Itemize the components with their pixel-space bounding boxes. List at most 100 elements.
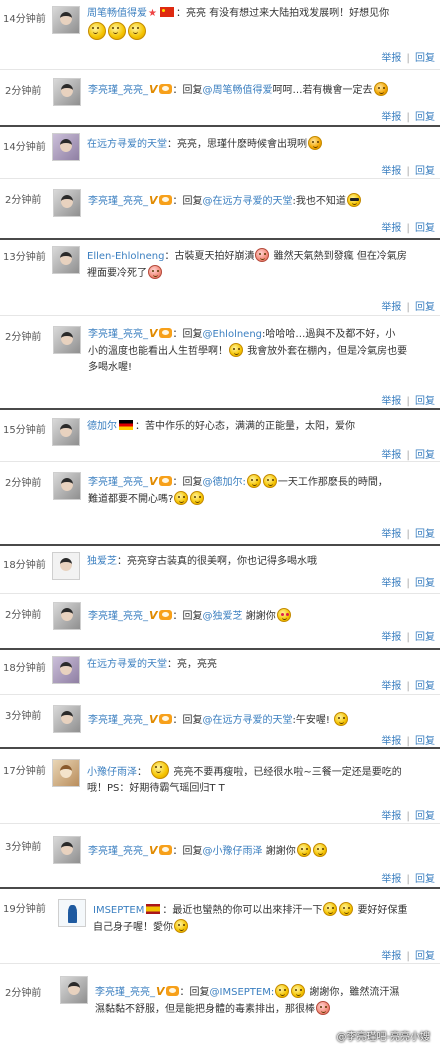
avatar[interactable]: [60, 976, 88, 1004]
reply-item: 2分钟前 李亮瑾_亮亮_V ：回复@独爱芝 謝謝你 举报 | 回复: [0, 593, 440, 648]
avatar[interactable]: [53, 602, 81, 630]
laugh-emoji: [291, 984, 306, 998]
reply-link[interactable]: 回复: [415, 53, 435, 64]
china-flag-icon: [159, 7, 174, 17]
laugh-emoji: [323, 902, 338, 916]
comment-text: 在远方寻爱的天堂：亮，亮亮: [87, 659, 217, 670]
verified-v-icon: V: [149, 327, 158, 340]
star-icon: ★: [148, 8, 157, 19]
report-link[interactable]: 举报: [381, 632, 401, 643]
reply-author[interactable]: 李亮瑾_亮亮_: [88, 715, 148, 726]
verified-v-icon: V: [149, 475, 158, 488]
report-link[interactable]: 举报: [381, 681, 401, 692]
comment-author[interactable]: 德加尔: [87, 421, 117, 432]
comment-author[interactable]: 周笔畅值得爱: [87, 8, 147, 19]
spain-flag-icon: [146, 904, 161, 914]
comment-actions: 举报 | 回复: [381, 681, 435, 692]
reply-link[interactable]: 回复: [415, 632, 435, 643]
avatar[interactable]: [53, 326, 81, 354]
avatar[interactable]: [53, 836, 81, 864]
smile-emoji: [174, 491, 189, 505]
comment-time: 2分钟前: [5, 86, 42, 97]
verified-v-icon: V: [149, 83, 158, 96]
comment-author[interactable]: 独爱芝: [87, 556, 117, 567]
reply-link[interactable]: 回复: [415, 811, 435, 822]
report-link[interactable]: 举报: [381, 53, 401, 64]
avatar[interactable]: [52, 759, 80, 787]
comment-author[interactable]: 在远方寻爱的天堂: [87, 139, 167, 150]
comment-time: 13分钟前: [3, 252, 46, 263]
reply-item: 2分钟前 李亮瑾_亮亮_V ：回复@周笔畅值得爱呵呵…若有機會一定去 举报 | 回复: [0, 69, 440, 125]
reply-link[interactable]: 回复: [415, 529, 435, 540]
report-link[interactable]: 举报: [381, 874, 401, 885]
avatar[interactable]: [52, 656, 80, 684]
reply-link[interactable]: 回复: [415, 874, 435, 885]
comment-text: 小豫仔雨泽： 亮亮不要再瘦啦，已经很水啦~三餐一定还是要吃的 哦！PS：好期待霸…: [87, 761, 437, 797]
reply-author[interactable]: 李亮瑾_亮亮_: [88, 477, 148, 488]
report-link[interactable]: 举报: [381, 396, 401, 407]
vip-icon: [158, 84, 172, 94]
mention-link[interactable]: @德加尔:: [203, 477, 246, 488]
comment-time: 15分钟前: [3, 425, 46, 436]
reply-link[interactable]: 回复: [415, 736, 435, 747]
comment-author[interactable]: Ellen-Ehlolneng: [87, 251, 164, 262]
report-link[interactable]: 举报: [381, 951, 401, 962]
vip-icon: [158, 714, 172, 724]
smile-emoji: [190, 491, 205, 505]
comment-author[interactable]: 小豫仔雨泽: [87, 767, 137, 778]
report-link[interactable]: 举报: [381, 736, 401, 747]
report-link[interactable]: 举报: [381, 112, 401, 123]
reply-link[interactable]: 回复: [415, 951, 435, 962]
reply-link[interactable]: 回复: [415, 396, 435, 407]
comment-actions: 举报 | 回复: [381, 53, 435, 64]
avatar[interactable]: [53, 189, 81, 217]
comment-item: 14分钟前 周笔畅值得爱★ ：亮亮 有没有想过来大陆拍戏发展咧！好想见你 举报 | 回…: [0, 0, 440, 69]
laugh-emoji: [275, 984, 290, 998]
report-link[interactable]: 举报: [381, 166, 401, 177]
avatar[interactable]: [52, 552, 80, 580]
reply-link[interactable]: 回复: [415, 681, 435, 692]
mention-link[interactable]: @IMSEPTEM:: [210, 987, 275, 998]
avatar[interactable]: [53, 78, 81, 106]
report-link[interactable]: 举报: [381, 811, 401, 822]
avatar[interactable]: [58, 899, 86, 927]
reply-link[interactable]: 回复: [415, 450, 435, 461]
report-link[interactable]: 举报: [381, 450, 401, 461]
reply-author[interactable]: 李亮瑾_亮亮_: [88, 846, 148, 857]
reply-link[interactable]: 回复: [415, 223, 435, 234]
comment-time: 19分钟前: [3, 904, 46, 915]
comment-author[interactable]: IMSEPTEM: [93, 905, 144, 916]
reply-link[interactable]: 回复: [415, 578, 435, 589]
mention-link[interactable]: @周笔畅值得爱: [203, 85, 273, 96]
reply-author[interactable]: 李亮瑾_亮亮_: [88, 196, 148, 207]
comment-time: 18分钟前: [3, 663, 46, 674]
mention-link[interactable]: @Ehlolneng: [203, 329, 263, 340]
avatar[interactable]: [53, 472, 81, 500]
comment-time: 17分钟前: [3, 766, 46, 777]
reply-author[interactable]: 李亮瑾_亮亮_: [88, 85, 148, 96]
mention-link[interactable]: @独爱芝: [203, 611, 243, 622]
comment-time: 2分钟前: [5, 478, 42, 489]
report-link[interactable]: 举报: [381, 529, 401, 540]
avatar[interactable]: [52, 6, 80, 34]
avatar[interactable]: [52, 418, 80, 446]
reply-link[interactable]: 回复: [415, 112, 435, 123]
mention-link[interactable]: @在远方寻爱的天堂: [203, 196, 293, 207]
comment-author[interactable]: 在远方寻爱的天堂: [87, 659, 167, 670]
comment-actions: 举报 | 回复: [381, 396, 435, 407]
reply-link[interactable]: 回复: [415, 166, 435, 177]
comment-text: 周笔畅值得爱★ ：亮亮 有没有想过来大陆拍戏发展咧！好想见你: [87, 6, 437, 42]
reply-link[interactable]: 回复: [415, 302, 435, 313]
mention-link[interactable]: @小豫仔雨泽: [203, 846, 263, 857]
avatar[interactable]: [53, 705, 81, 733]
report-link[interactable]: 举报: [381, 302, 401, 313]
avatar[interactable]: [52, 246, 80, 274]
reply-author[interactable]: 李亮瑾_亮亮_: [95, 987, 155, 998]
mention-link[interactable]: @在远方寻爱的天堂: [203, 715, 293, 726]
report-link[interactable]: 举报: [381, 578, 401, 589]
avatar[interactable]: [52, 133, 80, 161]
germany-flag-icon: [119, 420, 133, 430]
report-link[interactable]: 举报: [381, 223, 401, 234]
reply-author[interactable]: 李亮瑾_亮亮_: [88, 329, 148, 340]
reply-author[interactable]: 李亮瑾_亮亮_: [88, 611, 148, 622]
